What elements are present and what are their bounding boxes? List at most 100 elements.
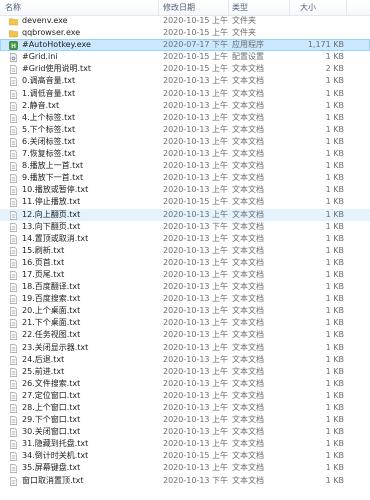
file-row[interactable]: 8.播放上一首.txt 2020-10-13 上午... 文本文档 1 KB: [0, 160, 370, 172]
txt-file-icon: [9, 307, 18, 317]
file-name: 35.屏幕键盘.txt: [22, 463, 81, 473]
file-date: 2020-10-13 上午...: [163, 88, 229, 98]
file-size: 1 KB: [325, 342, 344, 352]
file-size: 1 KB: [325, 52, 344, 62]
file-row[interactable]: 5.下个标签.txt 2020-10-13 上午... 文本文档 1 KB: [0, 124, 370, 136]
svg-text:H: H: [11, 43, 16, 50]
column-divider[interactable]: [158, 0, 159, 15]
file-size: 1 KB: [325, 427, 344, 437]
file-type: 文本文档: [232, 149, 264, 159]
folder-icon: [9, 29, 18, 38]
file-type: 文本文档: [232, 64, 264, 74]
file-row[interactable]: 23.关闭显示器.txt 2020-10-13 上午... 文本文档 1 KB: [0, 342, 370, 354]
file-row[interactable]: 21.下个桌面.txt 2020-10-13 上午... 文本文档 1 KB: [0, 317, 370, 329]
column-divider[interactable]: [289, 0, 290, 15]
file-name: 28.上个窗口.txt: [22, 403, 81, 412]
file-row[interactable]: 12.向上翻页.txt 2020-10-13 上午... 文本文档 1 KB: [0, 208, 370, 221]
file-row[interactable]: 19.百度搜索.txt 2020-10-13 上午... 文本文档 1 KB: [0, 293, 370, 305]
txt-file-icon: [9, 210, 18, 220]
file-name: 12.向上翻页.txt: [22, 209, 81, 219]
file-name: qqbrowser.exe: [22, 28, 81, 38]
file-date: 2020-10-15 上午...: [163, 16, 229, 25]
file-row[interactable]: 10.播放或暂停.txt 2020-10-13 上午... 文本文档 1 KB: [0, 184, 370, 196]
file-name: 15.刷新.txt: [22, 245, 65, 255]
txt-file-icon: [9, 440, 18, 450]
file-row[interactable]: 20.上个桌面.txt 2020-10-13 上午... 文本文档 1 KB: [0, 305, 370, 317]
name-column-header[interactable]: 名称: [5, 2, 21, 13]
file-row[interactable]: 35.屏幕键盘.txt 2020-10-13 上午... 文本文档 1 KB: [0, 462, 370, 474]
file-type: 文本文档: [232, 378, 264, 388]
column-header: 名称 修改日期 类型 大小: [0, 0, 370, 16]
file-row[interactable]: #Grid.ini 2020-10-15 上午... 配置设置 1 KB: [0, 51, 370, 63]
file-row[interactable]: 27.定位窗口.txt 2020-10-13 上午... 文本文档 1 KB: [0, 390, 370, 402]
file-row[interactable]: 16.页首.txt 2020-10-13 上午... 文本文档 1 KB: [0, 257, 370, 269]
file-size: 1 KB: [325, 221, 344, 231]
file-row[interactable]: 22.任务视图.txt 2020-10-13 上午... 文本文档 1 KB: [0, 329, 370, 341]
column-divider[interactable]: [346, 0, 347, 15]
file-row[interactable]: 18.百度翻译.txt 2020-10-13 上午... 文本文档 1 KB: [0, 281, 370, 293]
file-row[interactable]: 2.静音.txt 2020-10-13 上午... 文本文档 1 KB: [0, 100, 370, 112]
file-row[interactable]: 1.调低音量.txt 2020-10-13 上午... 文本文档 1 KB: [0, 88, 370, 100]
file-row[interactable]: 25.前进.txt 2020-10-13 上午... 文本文档 1 KB: [0, 366, 370, 378]
file-row[interactable]: 11.停止播放.txt 2020-10-15 上午... 文本文档 1 KB: [0, 196, 370, 208]
file-date: 2020-10-13 上午...: [163, 427, 229, 437]
size-column-header[interactable]: 大小: [300, 2, 316, 13]
file-row[interactable]: 4.上个标签.txt 2020-10-13 上午... 文本文档 1 KB: [0, 112, 370, 124]
file-size: 1 KB: [325, 354, 344, 364]
file-row[interactable]: 30.关闭窗口.txt 2020-10-13 上午... 文本文档 1 KB: [0, 426, 370, 438]
file-date: 2020-10-13 上午...: [163, 318, 229, 328]
file-name: 8.播放上一首.txt: [22, 161, 84, 171]
file-name: #AutoHotkey.exe: [22, 40, 91, 50]
file-row[interactable]: 6.关闭标签.txt 2020-10-13 上午... 文本文档 1 KB: [0, 136, 370, 148]
file-name: 13.向下翻页.txt: [22, 221, 81, 231]
file-name: 27.定位窗口.txt: [22, 390, 81, 400]
txt-file-icon: [9, 246, 18, 256]
file-row[interactable]: 15.刷新.txt 2020-10-13 上午... 文本文档 1 KB: [0, 245, 370, 257]
file-date: 2020-10-13 下午...: [163, 221, 229, 231]
file-date: 2020-10-13 上午...: [163, 173, 229, 183]
file-name: 7.恢复标签.txt: [22, 149, 76, 159]
file-type: 文本文档: [232, 112, 264, 122]
file-name: 4.上个标签.txt: [22, 112, 76, 122]
file-row[interactable]: #Grid使用说明.txt 2020-10-15 上午... 文本文档 2 KB: [0, 63, 370, 75]
file-type: 文本文档: [232, 100, 264, 110]
file-size: 1 KB: [325, 475, 344, 485]
file-row[interactable]: 7.恢复标签.txt 2020-10-13 上午... 文本文档 1 KB: [0, 148, 370, 160]
file-row[interactable]: 窗口取消置顶.txt 2020-10-13 下午... 文本文档 1 KB: [0, 475, 370, 487]
file-row[interactable]: 24.后退.txt 2020-10-13 上午... 文本文档 1 KB: [0, 354, 370, 366]
txt-file-icon: [9, 343, 18, 353]
file-size: 1 KB: [325, 233, 344, 243]
file-row[interactable]: 0.调高音量.txt 2020-10-13 上午... 文本文档 1 KB: [0, 75, 370, 87]
file-row[interactable]: qqbrowser.exe 2020-10-15 上午... 文件夹: [0, 27, 370, 39]
file-row[interactable]: 13.向下翻页.txt 2020-10-13 下午... 文本文档 1 KB: [0, 221, 370, 233]
file-type: 文本文档: [232, 475, 264, 485]
file-row[interactable]: 28.上个窗口.txt 2020-10-13 上午... 文本文档 1 KB: [0, 402, 370, 414]
file-row[interactable]: 26.文件搜索.txt 2020-10-13 上午... 文本文档 1 KB: [0, 378, 370, 390]
column-divider[interactable]: [228, 0, 229, 15]
type-column-header[interactable]: 类型: [232, 2, 248, 13]
file-row[interactable]: 29.下个窗口.txt 2020-10-13 上午... 文本文档 1 KB: [0, 414, 370, 426]
file-row[interactable]: 34.倒计时关机.txt 2020-10-15 上午... 文本文档 1 KB: [0, 450, 370, 462]
txt-file-icon: [9, 271, 18, 280]
file-type: 文本文档: [232, 124, 264, 134]
file-type: 文本文档: [232, 390, 264, 400]
date-column-header[interactable]: 修改日期: [163, 2, 195, 13]
txt-file-icon: [9, 222, 18, 232]
file-row[interactable]: H #AutoHotkey.exe 2020-07-17 下午... 应用程序 1,17…: [0, 39, 370, 52]
file-row[interactable]: 31.隐藏到托盘.txt 2020-10-13 上午... 文本文档 1 KB: [0, 438, 370, 450]
file-type: 文本文档: [232, 136, 264, 146]
file-type: 文本文档: [232, 233, 264, 243]
file-row[interactable]: 14.置顶或取消.txt 2020-10-13 上午... 文本文档 1 KB: [0, 233, 370, 245]
file-row[interactable]: 17.页尾.txt 2020-10-13 上午... 文本文档 1 KB: [0, 269, 370, 281]
file-type: 应用程序: [232, 40, 264, 50]
file-size: 1 KB: [325, 149, 344, 159]
file-date: 2020-10-13 上午...: [163, 330, 229, 340]
file-date: 2020-10-13 上午...: [163, 124, 229, 134]
file-row[interactable]: 9.播放下一首.txt 2020-10-13 上午... 文本文档 1 KB: [0, 172, 370, 184]
file-date: 2020-10-15 上午...: [163, 64, 229, 74]
file-date: 2020-10-13 上午...: [163, 245, 229, 255]
txt-file-icon: [9, 162, 18, 171]
file-row[interactable]: devenv.exe 2020-10-15 上午... 文件夹: [0, 15, 370, 27]
file-type: 配置设置: [232, 52, 264, 62]
file-type: 文本文档: [232, 209, 264, 219]
